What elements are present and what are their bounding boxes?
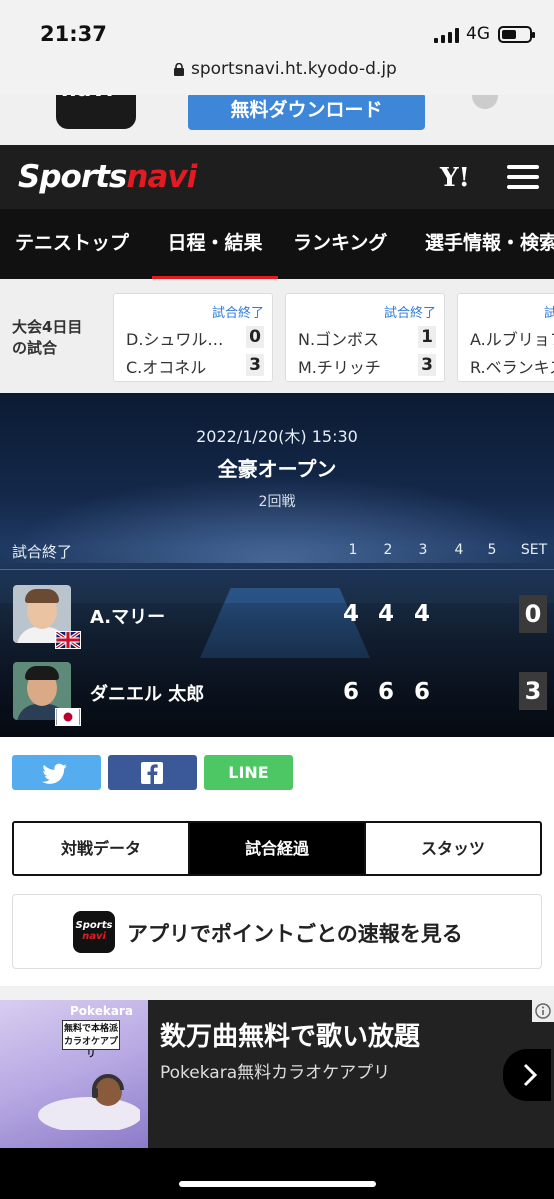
battery-icon (498, 26, 535, 43)
crowd-background (0, 603, 554, 737)
set-header: 2 (383, 542, 393, 558)
home-indicator[interactable] (179, 1181, 376, 1187)
player-name: D.シュワル… (126, 330, 224, 349)
player-name: R.ベランキス (470, 358, 554, 377)
signal-icon (434, 27, 460, 43)
game-score: 4 (342, 601, 359, 627)
match-view-tabs: 対戦データ 試合経過 スタッツ (12, 821, 542, 876)
network-label: 4G (466, 24, 490, 44)
tab-match-progress[interactable]: 試合経過 (190, 823, 366, 874)
set-header: 3 (418, 542, 428, 558)
match-status: 試合終了 (12, 543, 73, 561)
ad-subtitle: Pokekara無料カラオケアプリ (160, 1063, 391, 1083)
set-header: 5 (487, 542, 497, 558)
set-score: 3 (246, 354, 264, 376)
ad-image: Pokekara 無料で本格派カラオケアプリ (0, 1000, 148, 1148)
player-name: A.ルブリョフ (470, 330, 554, 349)
facebook-share-button[interactable] (108, 755, 197, 790)
set-score: 3 (418, 354, 436, 376)
player-name: N.ゴンボス (298, 330, 380, 349)
download-button[interactable]: 無料ダウンロード (188, 95, 425, 130)
sportsnavi-app-icon: Sports navi (73, 911, 115, 953)
set-header: 4 (454, 542, 464, 558)
tab-stats[interactable]: スタッツ (366, 823, 540, 874)
round-label: 2回戦 (258, 494, 296, 510)
url-bar[interactable]: sportsnavi.ht.kyodo-d.jp (191, 59, 397, 79)
match-status: 試合終了 (544, 302, 554, 321)
tab-player-search[interactable]: 選手情報・検索 (425, 209, 554, 279)
ad-info-icon[interactable] (532, 1000, 554, 1022)
match-status: 試合終了 (383, 306, 436, 321)
game-score: 6 (413, 679, 430, 705)
status-time: 21:37 (40, 22, 107, 46)
lock-icon (174, 63, 184, 76)
sets-won: 0 (519, 595, 547, 633)
headphones-person-image (38, 1074, 140, 1130)
tab-match-data[interactable]: 対戦データ (14, 823, 190, 874)
match-card[interactable]: 試合終了 A.ルブリョフ R.ベランキス (457, 293, 554, 382)
scoreboard: 2022/1/20(木) 15:30 全豪オープン 2回戦 試合終了 1 2 3… (0, 393, 554, 737)
home-bar (0, 1148, 554, 1199)
sets-won: 3 (519, 672, 547, 710)
set-score: 0 (246, 326, 264, 348)
player-name[interactable]: A.マリー (90, 603, 165, 629)
tab-tennis-top[interactable]: テニストップ (15, 209, 129, 279)
match-card[interactable]: 試合終了 D.シュワル… 0 C.オコネル 3 (113, 293, 273, 382)
game-score: 6 (342, 679, 359, 705)
chevron-right-icon[interactable] (503, 1049, 551, 1101)
set-header: SET (520, 542, 548, 558)
facebook-icon (141, 762, 163, 784)
event-title: 全豪オープン (217, 457, 337, 481)
line-share-button[interactable]: LINE (204, 755, 293, 790)
promo-text: アプリでポイントごとの速報を見る (127, 922, 463, 946)
game-score: 4 (413, 601, 430, 627)
close-icon[interactable] (472, 95, 498, 109)
divider (0, 569, 554, 570)
game-score: 4 (377, 601, 394, 627)
site-header: Sportsnavi Y! (0, 145, 554, 209)
player-name[interactable]: ダニエル 太郎 (90, 680, 204, 706)
ad-badge: 無料で本格派カラオケアプリ (62, 1020, 120, 1060)
bottom-ad[interactable]: Pokekara 無料で本格派カラオケアプリ 数万曲無料で歌い放題 Pokeka… (0, 1000, 554, 1148)
site-logo[interactable]: Sportsnavi (18, 159, 197, 195)
twitter-share-button[interactable] (12, 755, 101, 790)
japan-flag-icon (55, 708, 81, 726)
match-datetime: 2022/1/20(木) 15:30 (196, 427, 358, 446)
top-ad-banner: navi 無料ダウンロード (0, 95, 554, 145)
set-header: 1 (348, 542, 358, 558)
ad-title: 数万曲無料で歌い放題 (160, 1022, 421, 1052)
player-name: M.チリッチ (298, 358, 381, 377)
tab-bar: テニストップ 日程・結果 ランキング 選手情報・検索 (0, 209, 554, 279)
twitter-icon (42, 763, 67, 784)
game-score: 6 (377, 679, 394, 705)
tab-ranking[interactable]: ランキング (293, 209, 387, 279)
ad-app-icon[interactable]: navi (56, 95, 136, 129)
app-promo-button[interactable]: Sports navi アプリでポイントごとの速報を見る (12, 894, 542, 969)
match-card[interactable]: 試合終了 N.ゴンボス 1 M.チリッチ 3 (285, 293, 445, 382)
match-strip: 大会4日目 の試合 試合終了 D.シュワル… 0 C.オコネル 3 試合終了 N.… (0, 279, 554, 393)
player-name: C.オコネル (126, 358, 207, 377)
hamburger-menu-icon[interactable] (507, 165, 539, 189)
set-score: 1 (418, 326, 436, 348)
yahoo-logo[interactable]: Y! (440, 163, 470, 193)
pokekara-logo: Pokekara (70, 1004, 133, 1018)
status-bar (0, 0, 554, 95)
tab-schedule-results[interactable]: 日程・結果 (152, 209, 278, 279)
match-status: 試合終了 (211, 306, 264, 321)
uk-flag-icon (55, 631, 81, 649)
day-label: 大会4日目 の試合 (12, 318, 83, 357)
ad-spacer (0, 986, 554, 1000)
